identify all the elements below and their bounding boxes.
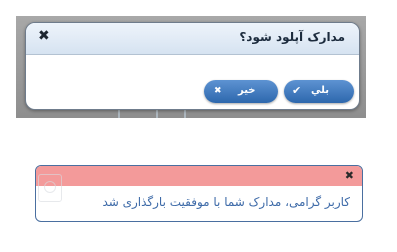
close-icon: ✖	[214, 86, 222, 96]
check-icon: ✔	[292, 84, 302, 97]
notification-message: کاربر گرامی، مدارک شما با موفقیت بارگذار…	[102, 195, 350, 209]
yes-button[interactable]: ✔ بلي	[284, 80, 354, 103]
dialog-title: مدارک آپلود شود؟	[239, 30, 345, 44]
close-icon[interactable]: ✖	[38, 28, 50, 44]
no-button-label: خير	[238, 85, 256, 96]
notification-header	[36, 166, 362, 186]
success-notification: ✖ کاربر گرامی، مدارک شما با موفقیت بارگذ…	[35, 165, 363, 222]
screen: ✖ مدارک آپلود شود؟ ✔ بلي ✖ خير ✖ کاربر گ…	[0, 0, 397, 252]
confirm-upload-dialog: ✖ مدارک آپلود شود؟ ✔ بلي ✖ خير	[25, 22, 360, 110]
yes-button-label: بلي	[311, 85, 329, 96]
close-icon[interactable]: ✖	[345, 169, 354, 182]
dialog-header: ✖ مدارک آپلود شود؟	[26, 23, 359, 55]
notification-icon	[38, 174, 62, 202]
no-button[interactable]: ✖ خير	[204, 80, 278, 103]
